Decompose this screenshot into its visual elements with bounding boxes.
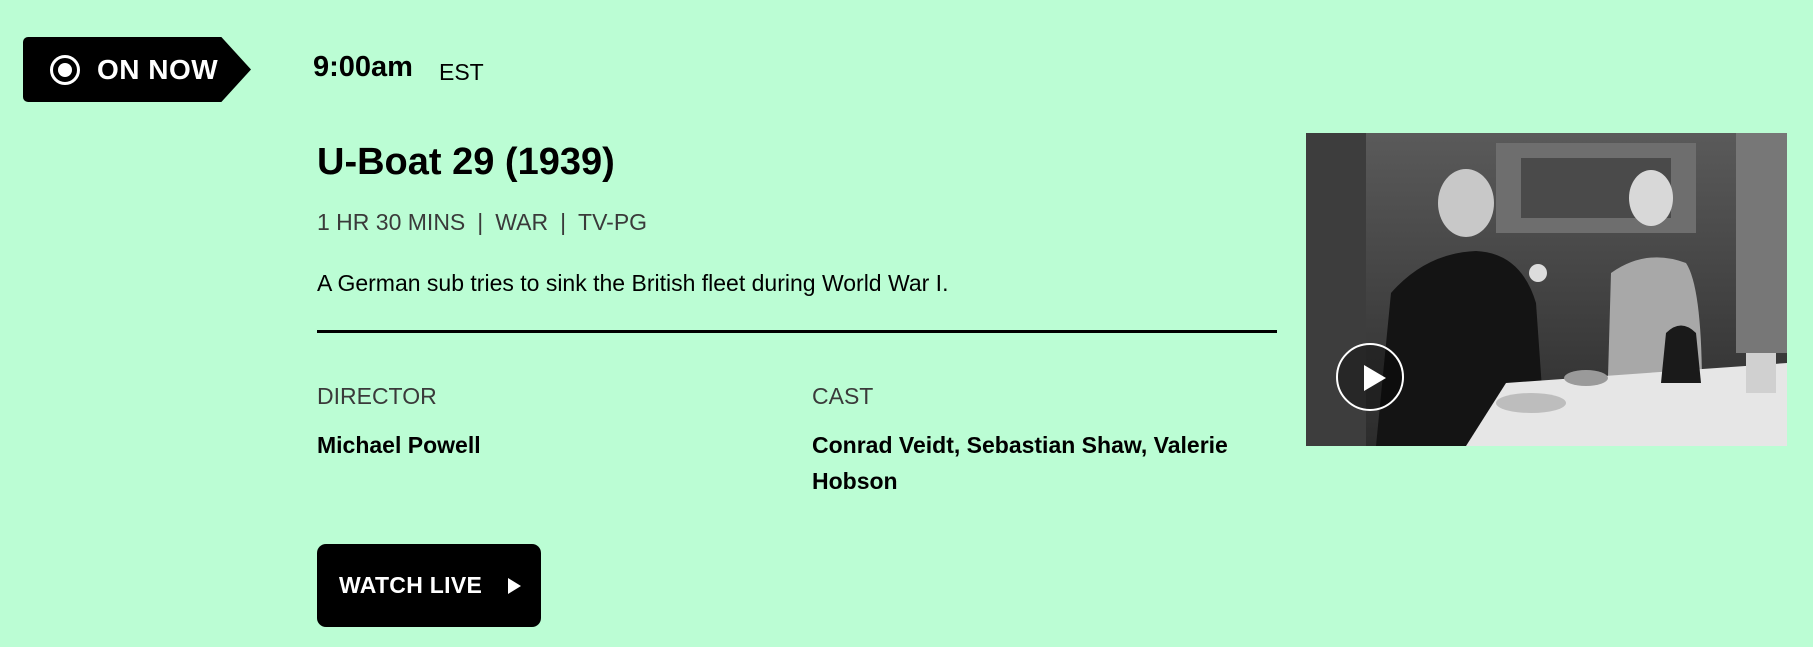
- start-time: 9:00am: [313, 51, 413, 83]
- program-title: U-Boat 29 (1939): [317, 141, 615, 183]
- cast-names: Conrad Veidt, Sebastian Shaw, Valerie Ho…: [812, 432, 1228, 494]
- on-now-badge: ON NOW: [23, 37, 251, 102]
- live-radio-icon: [50, 55, 80, 85]
- director-name: Michael Powell: [317, 432, 481, 458]
- watch-live-label: WATCH LIVE: [339, 572, 483, 598]
- meta-separator: |: [477, 209, 484, 235]
- duration: 1 HR 30 MINS: [317, 209, 466, 235]
- on-now-label: ON NOW: [97, 54, 219, 85]
- genre: WAR: [495, 209, 549, 235]
- timezone: EST: [439, 59, 484, 85]
- divider: [317, 330, 1277, 333]
- meta-separator: |: [560, 209, 567, 235]
- play-circle-icon[interactable]: [1336, 343, 1404, 411]
- cast-label: CAST: [812, 383, 874, 409]
- program-thumbnail[interactable]: [1306, 133, 1787, 446]
- program-description: A German sub tries to sink the British f…: [317, 270, 949, 296]
- director-label: DIRECTOR: [317, 383, 437, 409]
- play-icon: [508, 577, 522, 594]
- rating: TV-PG: [578, 209, 648, 235]
- program-meta: 1 HR 30 MINS | WAR | TV-PG: [317, 208, 647, 236]
- watch-live-button[interactable]: WATCH LIVE: [317, 544, 541, 627]
